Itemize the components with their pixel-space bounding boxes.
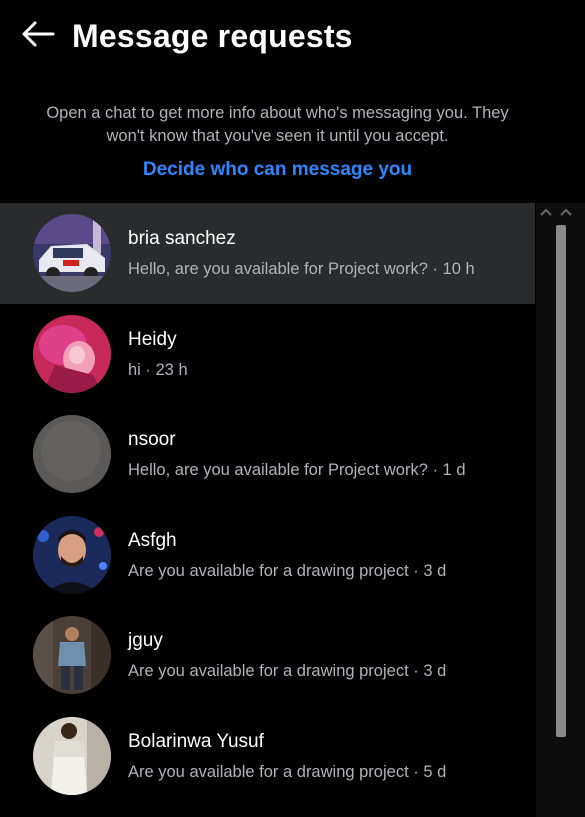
chevron-up-icon[interactable] xyxy=(537,203,555,221)
conversation-name: Heidy xyxy=(128,328,177,350)
conversation-name: bria sanchez xyxy=(128,228,236,249)
conversation-name: nsoor xyxy=(128,429,176,450)
scrollbar-thumb[interactable] xyxy=(556,225,566,737)
conversation-preview: Are you available for a drawing project … xyxy=(128,762,447,781)
conversation-row[interactable]: nsoor Hello, are you available for Proje… xyxy=(0,404,535,505)
conversation-row[interactable]: Asfgh Are you available for a drawing pr… xyxy=(0,505,535,606)
conversation-row[interactable]: jguy Are you available for a drawing pro… xyxy=(0,605,535,706)
conversation-row[interactable]: Heidy hi · 23 h xyxy=(0,304,535,405)
info-text: Open a chat to get more info about who's… xyxy=(46,104,509,145)
conversation-name: jguy xyxy=(128,630,163,651)
conversation-preview: hi · 23 h xyxy=(128,360,188,379)
back-button[interactable] xyxy=(18,14,58,54)
conversation-preview: Hello, are you available for Project wor… xyxy=(128,260,475,278)
conversation-name: Bolarinwa Yusuf xyxy=(128,730,264,752)
conversation-list: bria sanchez Hello, are you available fo… xyxy=(0,203,535,817)
chevron-up-icon[interactable] xyxy=(557,203,575,221)
conversation-row[interactable]: Bolarinwa Yusuf Are you available for a … xyxy=(0,706,535,807)
avatar xyxy=(33,616,111,694)
avatar xyxy=(33,314,111,393)
avatar xyxy=(33,515,111,594)
decide-who-can-message-link[interactable]: Decide who can message you xyxy=(0,159,555,181)
conversation-row[interactable]: bria sanchez Hello, are you available fo… xyxy=(0,203,535,304)
page-title: Message requests xyxy=(72,18,353,54)
scrollbar[interactable] xyxy=(536,203,585,817)
header: Message requests xyxy=(0,0,585,72)
conversation-preview: Are you available for a drawing project … xyxy=(128,662,447,680)
conversation-preview: Are you available for a drawing project … xyxy=(128,561,447,580)
avatar xyxy=(33,214,111,292)
avatar xyxy=(33,415,111,493)
conversation-name: Asfgh xyxy=(128,529,177,551)
arrow-left-icon xyxy=(22,21,55,47)
conversation-preview: Hello, are you available for Project wor… xyxy=(128,461,466,479)
avatar xyxy=(33,716,111,795)
